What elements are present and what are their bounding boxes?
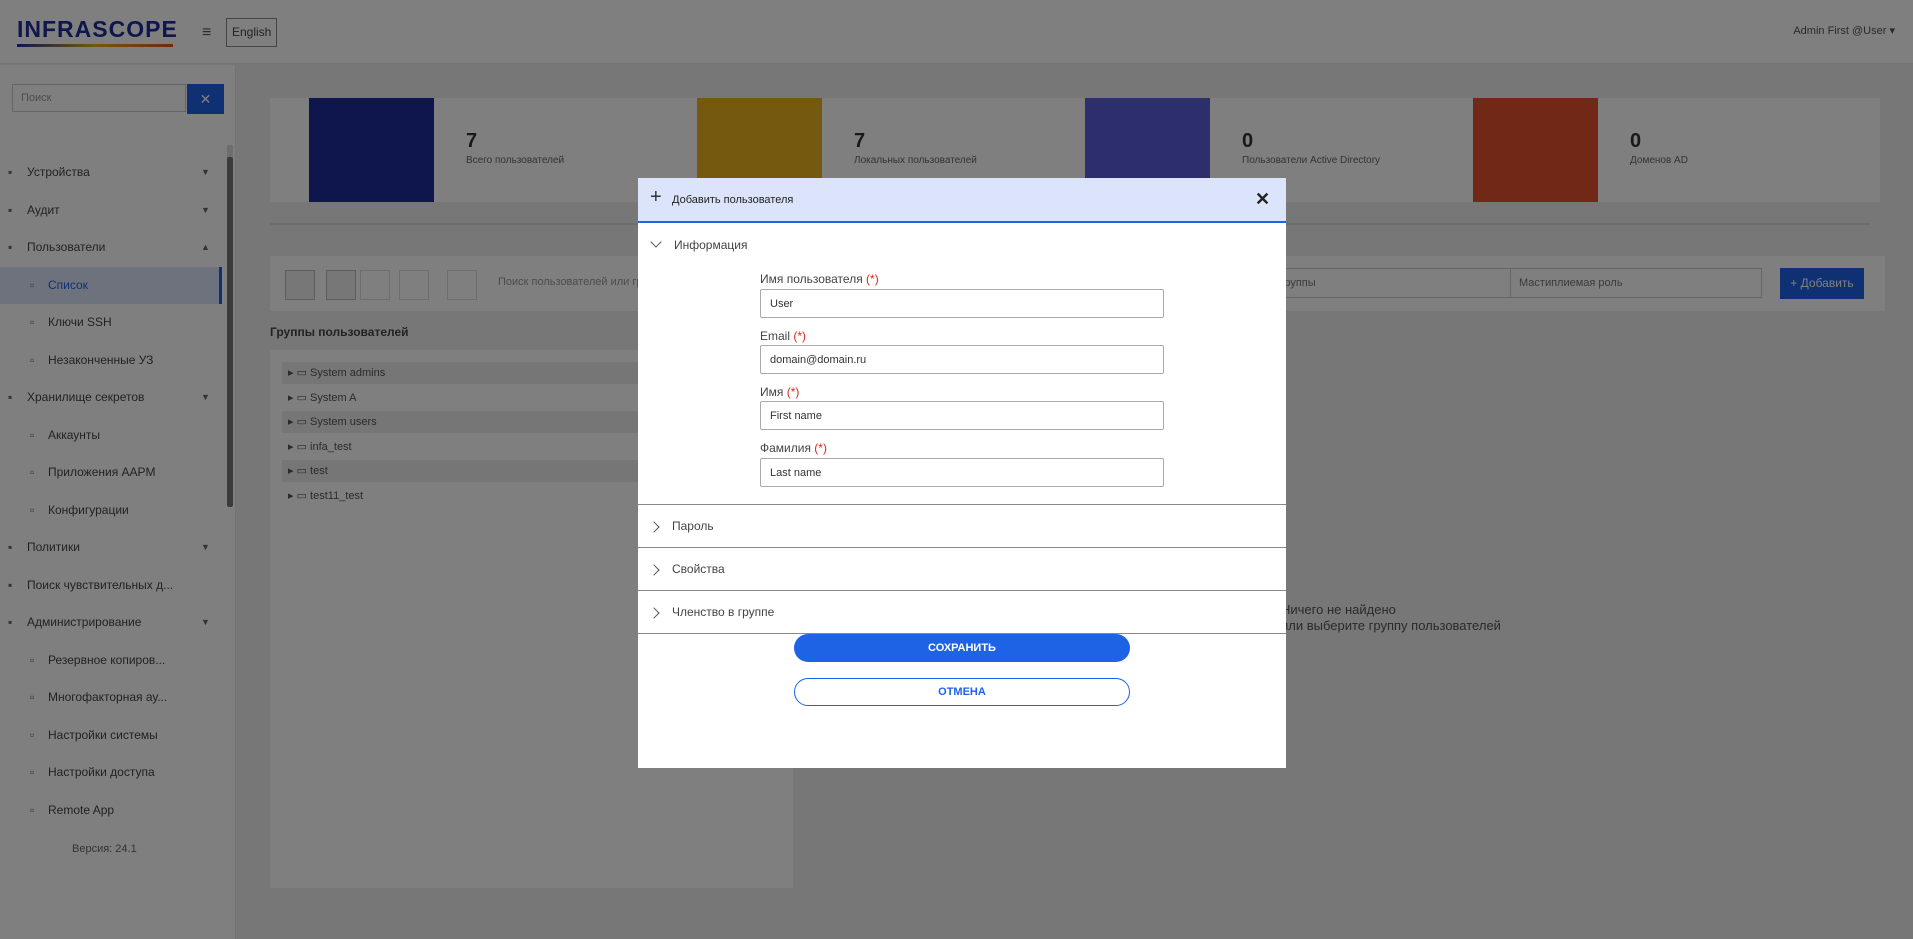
last-name-label: Фамилия (*) [760, 441, 827, 455]
last-name-field[interactable] [760, 458, 1164, 487]
username-label-text: Имя пользователя [760, 272, 863, 286]
dialog-header: + Добавить пользователя ✕ [638, 178, 1286, 223]
email-label-text: Email [760, 329, 791, 343]
username-label: Имя пользователя (*) [760, 272, 879, 286]
chevron-right-icon [648, 521, 660, 533]
email-field[interactable] [760, 345, 1164, 374]
plus-icon: + [650, 186, 662, 208]
chevron-right-icon [648, 564, 660, 576]
required-mark: (*) [814, 441, 827, 455]
section-password-label: Пароль [672, 519, 714, 533]
email-label: Email (*) [760, 329, 806, 343]
section-properties-label: Свойства [672, 562, 725, 576]
username-field[interactable] [760, 289, 1164, 318]
add-user-dialog: + Добавить пользователя ✕ Информация Имя… [638, 178, 1286, 768]
section-info-header[interactable]: Информация [638, 224, 1286, 264]
save-button[interactable]: СОХРАНИТЬ [794, 634, 1130, 662]
required-mark: (*) [793, 329, 807, 343]
required-mark: (*) [866, 272, 879, 286]
chevron-down-icon [650, 236, 662, 248]
last-name-label-text: Фамилия [760, 441, 811, 455]
first-name-field[interactable] [760, 401, 1164, 430]
section-membership-header[interactable]: Членство в группе [638, 590, 1286, 633]
chevron-right-icon [648, 607, 660, 619]
section-password-header[interactable]: Пароль [638, 504, 1286, 547]
section-membership-label: Членство в группе [672, 605, 775, 619]
close-icon[interactable]: ✕ [1255, 189, 1270, 209]
cancel-button[interactable]: ОТМЕНА [794, 678, 1130, 706]
first-name-label: Имя (*) [760, 385, 799, 399]
section-properties-header[interactable]: Свойства [638, 547, 1286, 590]
dialog-title: Добавить пользователя [672, 194, 794, 206]
section-info-label: Информация [674, 238, 748, 252]
first-name-label-text: Имя [760, 385, 784, 399]
required-mark: (*) [786, 385, 800, 399]
